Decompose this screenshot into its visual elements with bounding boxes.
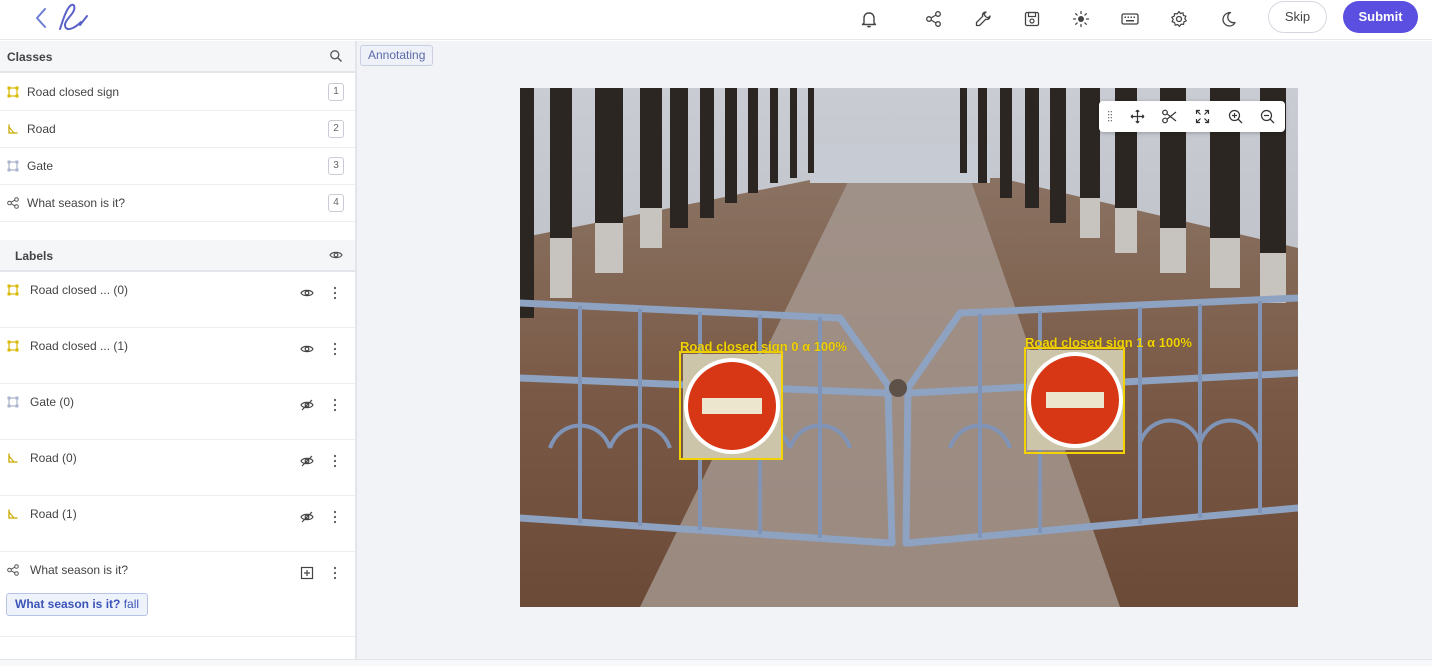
- bounding-box-icon: [7, 86, 19, 98]
- label-item[interactable]: Road closed ... (0): [0, 272, 355, 328]
- zoom-in-icon[interactable]: [1227, 108, 1244, 125]
- label-item[interactable]: What season is it? What season is it? fa…: [0, 552, 355, 637]
- share-icon[interactable]: [924, 9, 944, 29]
- visible-eye-icon[interactable]: [300, 342, 314, 356]
- class-label: Road closed sign: [27, 85, 120, 99]
- bounding-box-icon: [7, 284, 19, 296]
- add-box-icon[interactable]: [300, 566, 314, 580]
- hidden-eye-icon[interactable]: [300, 454, 314, 468]
- class-item-road[interactable]: Road 2: [0, 111, 355, 148]
- bounding-box-icon: [7, 396, 19, 408]
- keyboard-icon[interactable]: [1120, 9, 1140, 29]
- gear-icon[interactable]: [1169, 9, 1189, 29]
- label-name: Road closed ... (0): [30, 283, 129, 297]
- annotation-canvas[interactable]: Annotating Road closed sign 0 α 100% Roa…: [357, 41, 1432, 659]
- bounding-box-road-closed-sign-0[interactable]: [679, 351, 783, 460]
- label-item[interactable]: Road closed ... (1): [0, 328, 355, 384]
- class-item-what-season[interactable]: What season is it? 4: [0, 185, 355, 222]
- top-bar: Skip Submit: [0, 0, 1432, 40]
- label-name: Gate (0): [30, 395, 75, 409]
- class-label: Road: [27, 122, 56, 136]
- wrench-icon[interactable]: [973, 9, 993, 29]
- classes-title: Classes: [7, 50, 53, 64]
- more-options-icon[interactable]: [330, 397, 340, 413]
- submit-button[interactable]: Submit: [1343, 1, 1418, 33]
- bottom-bar: [0, 659, 1432, 666]
- labels-title: Labels: [15, 249, 54, 263]
- answer-question: What season is it?: [15, 597, 121, 611]
- annotation-label: Road closed sign 0 α 100%: [680, 339, 847, 354]
- scissors-icon[interactable]: [1161, 108, 1178, 125]
- handwritten-logo-icon[interactable]: [54, 2, 90, 32]
- answer-chip[interactable]: What season is it? fall: [6, 593, 149, 616]
- hidden-eye-icon[interactable]: [300, 510, 314, 524]
- more-options-icon[interactable]: [330, 565, 340, 581]
- polyline-icon: [7, 508, 19, 520]
- classification-icon: [7, 564, 19, 576]
- brightness-icon[interactable]: [1071, 9, 1091, 29]
- hotkey-badge: 1: [328, 83, 344, 101]
- label-name: What season is it?: [30, 563, 129, 577]
- bounding-box-icon: [7, 160, 19, 172]
- classes-header: Classes: [0, 41, 355, 73]
- status-badge: Annotating: [360, 45, 434, 66]
- drag-handle-icon[interactable]: [1107, 110, 1113, 123]
- bell-icon[interactable]: [859, 9, 879, 29]
- canvas-toolbar: [1099, 101, 1285, 132]
- more-options-icon[interactable]: [330, 341, 340, 357]
- fit-screen-icon[interactable]: [1194, 108, 1211, 125]
- label-item[interactable]: Gate (0): [0, 384, 355, 440]
- class-item-gate[interactable]: Gate 3: [0, 148, 355, 185]
- label-name: Road (1): [30, 507, 77, 521]
- more-options-icon[interactable]: [330, 285, 340, 301]
- polyline-icon: [7, 123, 19, 135]
- bounding-box-road-closed-sign-1[interactable]: [1024, 347, 1125, 454]
- labels-header: Labels: [0, 240, 355, 272]
- label-item[interactable]: Road (0): [0, 440, 355, 496]
- zoom-out-icon[interactable]: [1259, 108, 1276, 125]
- hotkey-badge: 4: [328, 194, 344, 212]
- class-label: What season is it?: [27, 196, 126, 210]
- search-icon[interactable]: [329, 49, 343, 63]
- more-options-icon[interactable]: [330, 509, 340, 525]
- annotated-image[interactable]: Road closed sign 0 α 100% Road closed si…: [520, 88, 1298, 607]
- class-item-road-closed-sign[interactable]: Road closed sign 1: [0, 74, 355, 111]
- hidden-eye-icon[interactable]: [300, 398, 314, 412]
- chevron-left-icon[interactable]: [32, 6, 50, 30]
- moon-icon[interactable]: [1218, 9, 1238, 29]
- eye-icon[interactable]: [329, 248, 343, 262]
- classification-icon: [7, 197, 19, 209]
- class-label: Gate: [27, 159, 54, 173]
- label-name: Road (0): [30, 451, 77, 465]
- answer-value: fall: [123, 597, 140, 611]
- bounding-box-icon: [7, 340, 19, 352]
- skip-button[interactable]: Skip: [1268, 1, 1327, 33]
- hotkey-badge: 3: [328, 157, 344, 175]
- hotkey-badge: 2: [328, 120, 344, 138]
- annotation-label: Road closed sign 1 α 100%: [1025, 335, 1192, 350]
- more-options-icon[interactable]: [330, 453, 340, 469]
- save-icon[interactable]: [1022, 9, 1042, 29]
- sidebar: Classes Road closed sign 1 Road 2 Gate 3…: [0, 41, 357, 659]
- visible-eye-icon[interactable]: [300, 286, 314, 300]
- polyline-icon: [7, 452, 19, 464]
- move-icon[interactable]: [1129, 108, 1146, 125]
- label-name: Road closed ... (1): [30, 339, 129, 353]
- label-item[interactable]: Road (1): [0, 496, 355, 552]
